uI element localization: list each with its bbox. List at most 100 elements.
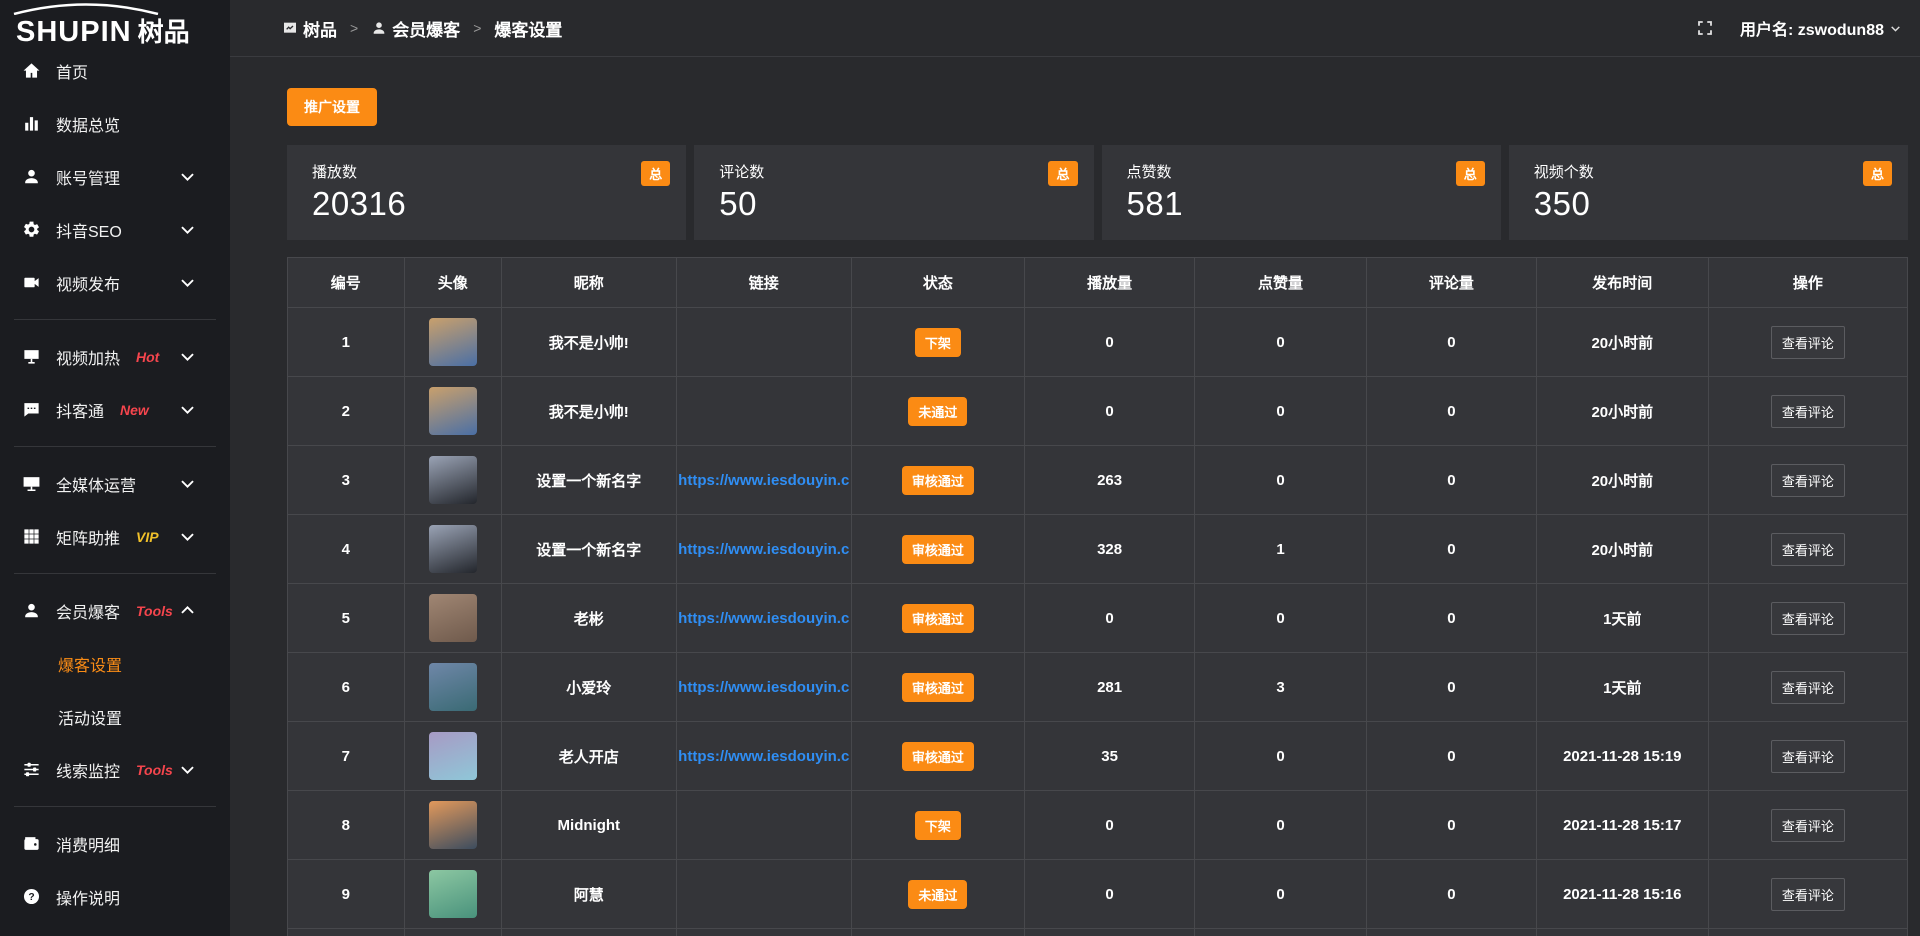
sidebar-item-操作说明[interactable]: ?操作说明 bbox=[0, 870, 230, 923]
sidebar-item-账号管理[interactable]: 账号管理 bbox=[0, 150, 230, 203]
profile-link[interactable]: https://www.iesdouyin.c bbox=[678, 610, 849, 627]
chevron-down-icon bbox=[178, 347, 197, 366]
status-badge: 未通过 bbox=[908, 397, 967, 426]
cell-link bbox=[676, 791, 851, 860]
table-row: 8Midnight下架0002021-11-28 15:17查看评论 bbox=[288, 791, 1908, 860]
cell-likes: 0 bbox=[1195, 446, 1367, 515]
sidebar-item-首页[interactable]: 首页 bbox=[0, 44, 230, 97]
cell-plays: 35 bbox=[1025, 722, 1195, 791]
table-row: 1我不是小帅!下架00020小时前查看评论 bbox=[288, 308, 1908, 377]
cell-nickname: Midnight bbox=[501, 791, 676, 860]
column-header-状态: 状态 bbox=[851, 258, 1024, 308]
cell-action: 查看评论 bbox=[1708, 377, 1907, 446]
cell-link bbox=[676, 377, 851, 446]
cell-status: 审核通过 bbox=[851, 584, 1024, 653]
cell-status: 审核通过 bbox=[851, 446, 1024, 515]
main-content: 推广设置 播放数20316总评论数50总点赞数581总视频个数350总 编号头像… bbox=[230, 57, 1920, 936]
app-root: SHUPIN树品 首页数据总览账号管理抖音SEO视频发布视频加热Hot抖客通Ne… bbox=[0, 0, 1920, 936]
cell-nickname: 设置一个新名字 bbox=[501, 515, 676, 584]
chevron-down-icon bbox=[178, 400, 197, 419]
view-comments-button[interactable]: 查看评论 bbox=[1771, 878, 1845, 911]
sidebar-item-视频发布[interactable]: 视频发布 bbox=[0, 256, 230, 309]
cell-action: 查看评论 bbox=[1708, 722, 1907, 791]
breadcrumb: 树品>会员爆客>爆客设置 bbox=[282, 16, 562, 41]
cell-time: 20小时前 bbox=[1536, 377, 1708, 446]
breadcrumb-separator: > bbox=[473, 20, 481, 36]
chevron-up-icon bbox=[178, 601, 197, 620]
topbar: 树品>会员爆客>爆客设置 用户名: zswodun88 bbox=[230, 0, 1920, 57]
sidebar-item-线索监控[interactable]: 线索监控Tools bbox=[0, 743, 230, 796]
logo: SHUPIN树品 bbox=[0, 0, 230, 44]
view-comments-button[interactable]: 查看评论 bbox=[1771, 326, 1845, 359]
cell-avatar bbox=[404, 515, 501, 584]
cell-avatar bbox=[404, 860, 501, 929]
stat-total-badge: 总 bbox=[1863, 161, 1892, 186]
cell-status: 下架 bbox=[851, 791, 1024, 860]
chevron-down-icon bbox=[178, 273, 197, 292]
table-row: 2我不是小帅!未通过00020小时前查看评论 bbox=[288, 377, 1908, 446]
column-header-昵称: 昵称 bbox=[501, 258, 676, 308]
view-comments-button[interactable]: 查看评论 bbox=[1771, 809, 1845, 842]
view-comments-button[interactable]: 查看评论 bbox=[1771, 533, 1845, 566]
sidebar-item-视频加热[interactable]: 视频加热Hot bbox=[0, 330, 230, 383]
view-comments-button[interactable]: 查看评论 bbox=[1771, 395, 1845, 428]
cell-id: 6 bbox=[288, 653, 405, 722]
cell-link bbox=[676, 308, 851, 377]
submenu-item-label: 爆客设置 bbox=[58, 652, 122, 676]
cell-link: https://www.iesdouyin.c bbox=[676, 722, 851, 791]
status-badge: 下架 bbox=[915, 811, 961, 840]
chevron-down-icon bbox=[1889, 22, 1902, 35]
column-header-播放量: 播放量 bbox=[1025, 258, 1195, 308]
table-row: 4设置一个新名字https://www.iesdouyin.c审核通过32810… bbox=[288, 515, 1908, 584]
table-header-row: 编号头像昵称链接状态播放量点赞量评论量发布时间操作 bbox=[288, 258, 1908, 308]
avatar-image bbox=[429, 456, 477, 504]
user-icon bbox=[371, 20, 387, 36]
view-comments-button[interactable]: 查看评论 bbox=[1771, 740, 1845, 773]
fullscreen-icon[interactable] bbox=[1696, 19, 1714, 37]
cell-plays: 0 bbox=[1025, 308, 1195, 377]
cell-nickname: 小爱玲 bbox=[501, 653, 676, 722]
cell-comments: 0 bbox=[1366, 377, 1536, 446]
breadcrumb-item-会员爆客[interactable]: 会员爆客 bbox=[371, 16, 460, 41]
stats-row: 播放数20316总评论数50总点赞数581总视频个数350总 bbox=[287, 145, 1908, 240]
sidebar-item-抖音SEO[interactable]: 抖音SEO bbox=[0, 203, 230, 256]
view-comments-button[interactable]: 查看评论 bbox=[1771, 464, 1845, 497]
sidebar-item-矩阵助推[interactable]: 矩阵助推VIP bbox=[0, 510, 230, 563]
submenu-item-爆客设置[interactable]: 爆客设置 bbox=[0, 637, 230, 690]
profile-link[interactable]: https://www.iesdouyin.c bbox=[678, 472, 849, 489]
cell-link: https://www.iesdouyin.c bbox=[676, 584, 851, 653]
cell-nickname: 设置一个新名字 bbox=[501, 446, 676, 515]
sidebar-item-全媒体运营[interactable]: 全媒体运营 bbox=[0, 457, 230, 510]
stat-value: 20316 bbox=[312, 185, 686, 223]
cell-time: 2021-11-28 15:17 bbox=[1536, 791, 1708, 860]
cell-avatar bbox=[404, 653, 501, 722]
sidebar-item-抖客通[interactable]: 抖客通New bbox=[0, 383, 230, 436]
cell-action bbox=[1708, 929, 1907, 936]
view-comments-button[interactable]: 查看评论 bbox=[1771, 602, 1845, 635]
username-dropdown[interactable]: 用户名: zswodun88 bbox=[1740, 16, 1902, 40]
avatar-image bbox=[429, 732, 477, 780]
cell-plays bbox=[1025, 929, 1195, 936]
stat-total-badge: 总 bbox=[1048, 161, 1077, 186]
cell-nickname: 老人开店 bbox=[501, 722, 676, 791]
promo-settings-button[interactable]: 推广设置 bbox=[287, 88, 377, 126]
profile-link[interactable]: https://www.iesdouyin.c bbox=[678, 679, 849, 696]
cell-avatar bbox=[404, 722, 501, 791]
cell-id: 7 bbox=[288, 722, 405, 791]
cell-action: 查看评论 bbox=[1708, 446, 1907, 515]
column-header-评论量: 评论量 bbox=[1366, 258, 1536, 308]
profile-link[interactable]: https://www.iesdouyin.c bbox=[678, 541, 849, 558]
view-comments-button[interactable]: 查看评论 bbox=[1771, 671, 1845, 704]
comment-icon bbox=[22, 400, 41, 419]
sidebar-item-数据总览[interactable]: 数据总览 bbox=[0, 97, 230, 150]
sidebar-item-会员爆客[interactable]: 会员爆客Tools bbox=[0, 584, 230, 637]
cell-likes bbox=[1195, 929, 1367, 936]
profile-link[interactable]: https://www.iesdouyin.c bbox=[678, 748, 849, 765]
breadcrumb-item-树品[interactable]: 树品 bbox=[282, 16, 337, 41]
sidebar-item-消费明细[interactable]: 消费明细 bbox=[0, 817, 230, 870]
question-icon: ? bbox=[22, 887, 41, 906]
status-badge: 审核通过 bbox=[902, 742, 974, 771]
submenu-item-活动设置[interactable]: 活动设置 bbox=[0, 690, 230, 743]
cell-link: https://www.iesdouyin.c bbox=[676, 653, 851, 722]
cell-likes: 1 bbox=[1195, 515, 1367, 584]
